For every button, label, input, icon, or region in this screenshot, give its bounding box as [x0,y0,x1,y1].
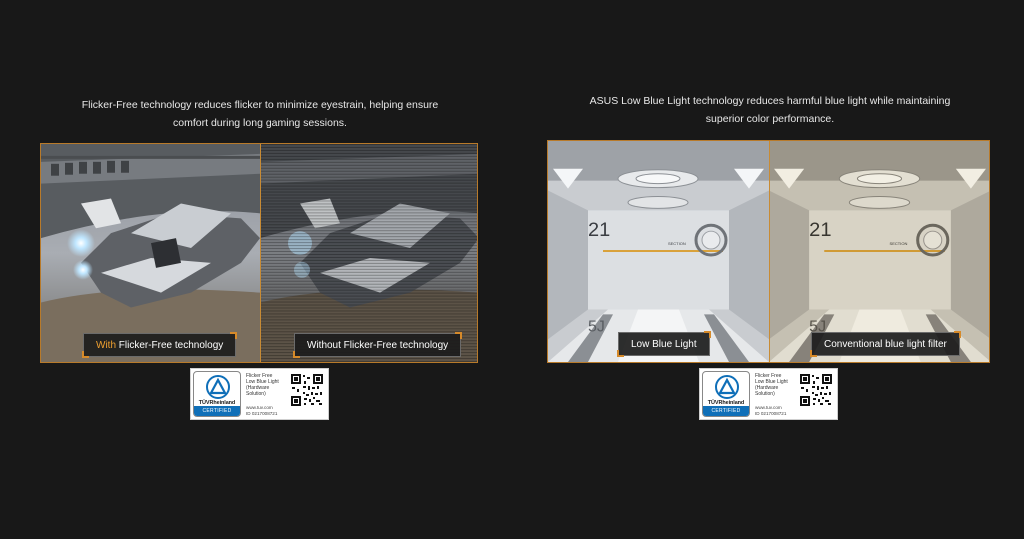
comparison-divider [769,141,770,362]
page: Flicker-Free technology reduces flicker … [0,0,1024,539]
tuv-logo-box: TÜVRheinland CERTIFIED [193,371,241,417]
badge-url-text: www.tuv.com [755,405,782,410]
tuv-triangle-icon [715,375,739,399]
badge-id-text: ID 0217008721 [755,410,787,416]
low-blue-light-label: Low Blue Light [617,331,711,357]
badge-features: Flicker Free Low Blue Light (Hardware So… [755,373,801,397]
badge-features: Flicker Free Low Blue Light (Hardware So… [246,373,292,397]
badge-id-text: ID 0217008721 [246,410,278,416]
tuv-triangle-icon [206,375,230,399]
badge-url: www.tuv.com ID 0217008721 [246,405,277,416]
badge-url-text: www.tuv.com [246,405,273,410]
low-blue-light-image: 21 SECTION 5J [548,141,769,362]
scene-section: SECTION [668,241,686,246]
caption-line: ASUS Low Blue Light technology reduces h… [589,95,951,107]
scene-floor-code: 5J [588,318,605,335]
flicker-comparison-image: With Flicker-Free technology Without Fli… [40,143,478,363]
tuv-certification-badge: TÜVRheinland CERTIFIED Flicker Free Low … [699,368,838,420]
tuv-logo-box: TÜVRheinland CERTIFIED [702,371,750,417]
label-text: Without Flicker-Free technology [307,340,449,351]
conventional-filter-label: Conventional blue light filter [810,331,961,357]
scene-number: 21 [588,219,610,241]
tuv-certification-badge: TÜVRheinland CERTIFIED Flicker Free Low … [190,368,329,420]
badge-line: Solution) [246,391,266,397]
label-text: Flicker-Free technology [116,340,224,351]
qr-code-icon [290,373,324,407]
badge-url: www.tuv.com ID 0217008721 [755,405,786,416]
qr-code-icon [799,373,833,407]
conventional-filter-image: 21 SECTION 5J [769,141,989,362]
without-flicker-free-label: Without Flicker-Free technology [292,332,463,358]
caption-line: superior color performance. [705,113,835,125]
low-blue-light-caption: ASUS Low Blue Light technology reduces h… [570,92,970,128]
caption-line: comfort during long gaming sessions. [173,117,347,129]
scene-section: SECTION [890,241,908,246]
blue-light-comparison-image: 21 SECTION 5J 21 SECTION 5J Low Blue Lig… [547,140,990,363]
tuv-certified: CERTIFIED [703,406,749,416]
flicker-free-caption: Flicker-Free technology reduces flicker … [60,96,460,132]
caption-line: Flicker-Free technology reduces flicker … [81,99,439,111]
without-flicker-free-image [260,144,477,362]
scene-number: 21 [809,219,831,241]
with-flicker-free-label: With Flicker-Free technology [81,332,238,358]
label-prefix: With [96,340,116,351]
label-text: Conventional blue light filter [824,339,947,350]
comparison-divider [260,144,261,362]
label-text: Low Blue Light [631,339,697,350]
tuv-certified: CERTIFIED [194,406,240,416]
with-flicker-free-image [41,144,260,362]
badge-line: Solution) [755,391,775,397]
